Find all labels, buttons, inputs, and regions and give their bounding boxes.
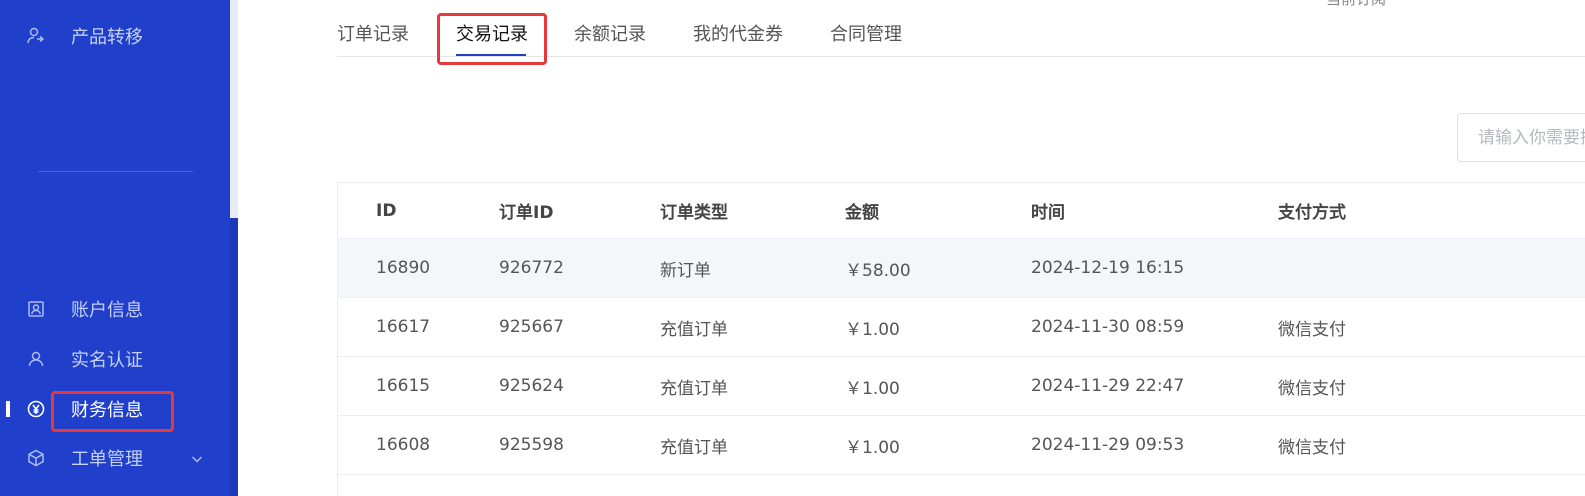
user-icon (26, 349, 46, 369)
sidebar-divider (38, 171, 193, 172)
cell-order-id: 925624 (499, 376, 564, 396)
user-transfer-icon (26, 26, 46, 46)
cell-order-id: 925667 (499, 317, 564, 337)
sidebar-item-account-info[interactable]: 账户信息 (0, 287, 230, 331)
cell-amount: ￥58.00 (845, 260, 911, 281)
table-row[interactable]: 16617 925667 充值订单 ￥1.00 2024-11-30 08:59… (338, 298, 1585, 357)
cell-order-id: 926772 (499, 258, 564, 278)
sidebar-item-real-name[interactable]: 实名认证 (0, 337, 230, 381)
sidebar-item-label: 实名认证 (71, 350, 143, 371)
header-time: 时间 (1031, 203, 1065, 223)
cell-time: 2024-12-19 16:15 (1031, 258, 1185, 278)
sidebar-item-ticket-management[interactable]: 工单管理 (0, 436, 230, 480)
table-row[interactable]: 16608 925598 充值订单 ￥1.00 2024-11-29 09:53… (338, 416, 1585, 475)
tab-contract-management[interactable]: 合同管理 (830, 20, 902, 46)
tab-balance-records[interactable]: 余额记录 (574, 20, 646, 46)
table-row[interactable]: 16615 925624 充值订单 ￥1.00 2024-11-29 22:47… (338, 357, 1585, 416)
header-amount: 金额 (845, 203, 879, 223)
highlight-box-finance (51, 391, 174, 432)
highlight-box-transaction-tab (437, 13, 547, 65)
sidebar-item-label: 账户信息 (71, 300, 143, 321)
cell-order-id: 925598 (499, 435, 564, 455)
cell-time: 2024-11-29 22:47 (1031, 376, 1185, 396)
cell-amount: ￥1.00 (845, 437, 900, 458)
cell-id: 16615 (376, 376, 431, 396)
transaction-table: ID 订单ID 订单类型 金额 时间 支付方式 16890 926772 新订单… (337, 182, 1585, 496)
cell-id: 16890 (376, 258, 431, 278)
cell-order-type: 充值订单 (660, 319, 728, 340)
chevron-down-icon[interactable] (190, 451, 204, 465)
cube-icon (26, 448, 46, 468)
header-payment-method: 支付方式 (1278, 203, 1346, 223)
cell-payment-method: 微信支付 (1278, 319, 1346, 340)
header-order-id: 订单ID (499, 203, 554, 223)
header-id: ID (376, 200, 397, 221)
table-header-row: ID 订单ID 订单类型 金额 时间 支付方式 (338, 183, 1585, 239)
sidebar: 产品转移 账户信息 实名认证 财务信息 工单管理 (0, 0, 230, 496)
search-input[interactable] (1457, 113, 1585, 162)
cell-id: 16617 (376, 317, 431, 337)
sidebar-item-product-transfer[interactable]: 产品转移 (0, 14, 230, 58)
cell-amount: ￥1.00 (845, 378, 900, 399)
cell-order-type: 充值订单 (660, 378, 728, 399)
sidebar-item-label: 工单管理 (71, 449, 143, 470)
sidebar-item-label: 产品转移 (71, 27, 143, 48)
cell-id: 16608 (376, 435, 431, 455)
table-row[interactable]: 16890 926772 新订单 ￥58.00 2024-12-19 16:15 (338, 239, 1585, 298)
cell-time: 2024-11-30 08:59 (1031, 317, 1185, 337)
tab-order-records[interactable]: 订单记录 (337, 20, 409, 46)
cell-order-type: 充值订单 (660, 437, 728, 458)
cell-payment-method: 微信支付 (1278, 437, 1346, 458)
sidebar-scrollbar-thumb[interactable] (230, 218, 238, 496)
yen-circle-icon (26, 399, 46, 419)
cell-amount: ￥1.00 (845, 319, 900, 340)
cell-order-type: 新订单 (660, 260, 711, 281)
cell-payment-method: 微信支付 (1278, 378, 1346, 399)
cell-time: 2024-11-29 09:53 (1031, 435, 1185, 455)
id-card-icon (26, 299, 46, 319)
header-order-type: 订单类型 (660, 203, 728, 223)
tab-my-vouchers[interactable]: 我的代金券 (693, 20, 783, 46)
